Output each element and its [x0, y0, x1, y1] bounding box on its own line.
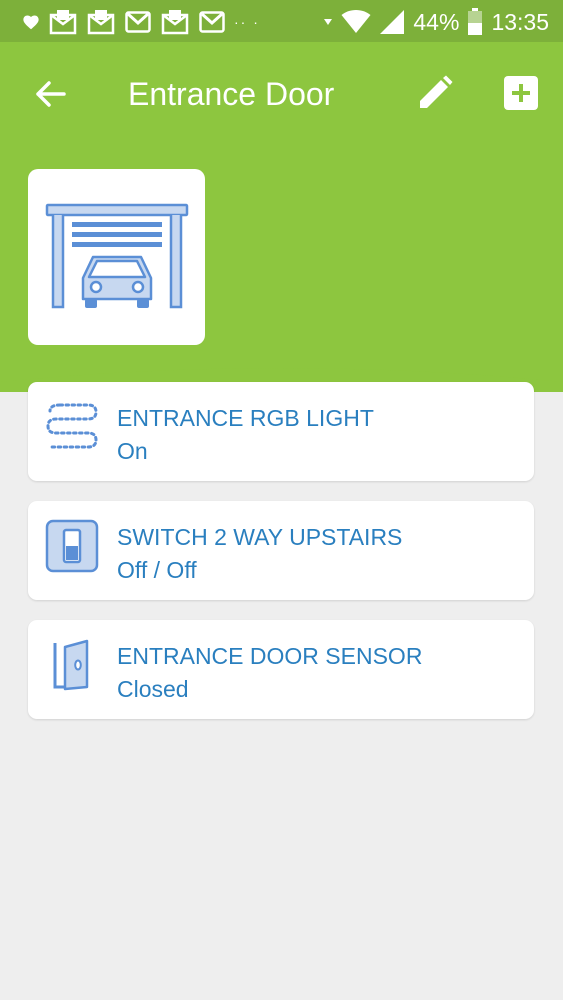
led-strip-icon: [44, 398, 100, 456]
mail-icon: [87, 10, 115, 35]
gmail-icon: [199, 11, 225, 33]
signal-icon: [380, 10, 405, 34]
device-state: Off / Off: [117, 557, 197, 583]
gmail-icon: [125, 11, 151, 33]
wall-switch-icon: [44, 517, 100, 575]
garage-car-icon: [45, 203, 188, 309]
door-icon: [44, 636, 100, 694]
add-device-button[interactable]: [498, 70, 544, 116]
edit-button[interactable]: [412, 70, 458, 116]
pencil-icon: [420, 75, 453, 108]
device-name: ENTRANCE RGB LIGHT: [117, 405, 374, 431]
wifi-icon: [341, 10, 371, 33]
mail-icon: [49, 10, 77, 35]
arrow-left-icon: [36, 81, 66, 107]
device-name: ENTRANCE DOOR SENSOR: [117, 643, 423, 669]
device-card-entrance-rgb-light[interactable]: ENTRANCE RGB LIGHT On: [28, 382, 534, 481]
page-title: Entrance Door: [128, 76, 335, 112]
back-button[interactable]: [28, 72, 72, 116]
battery-percent: 44%: [413, 8, 460, 35]
notification-icons: ·· ·: [22, 8, 260, 36]
device-card-switch-2-way-upstairs[interactable]: SWITCH 2 WAY UPSTAIRS Off / Off: [28, 501, 534, 600]
vibrate-icon: [324, 19, 333, 25]
battery-icon: [468, 8, 483, 35]
add-box-icon: [504, 76, 538, 110]
status-dots: ·· ·: [234, 14, 260, 30]
device-card-entrance-door-sensor[interactable]: ENTRANCE DOOR SENSOR Closed: [28, 620, 534, 719]
heart-icon: [23, 15, 39, 30]
clock: 13:35: [491, 8, 549, 35]
device-name: SWITCH 2 WAY UPSTAIRS: [117, 524, 403, 550]
mail-icon: [161, 10, 189, 35]
room-image[interactable]: [28, 169, 205, 345]
device-state: Closed: [117, 676, 189, 702]
system-icons: 44% 13:35: [323, 6, 549, 38]
device-state: On: [117, 438, 148, 464]
status-bar: ·· · 44% 13:35: [0, 0, 563, 42]
